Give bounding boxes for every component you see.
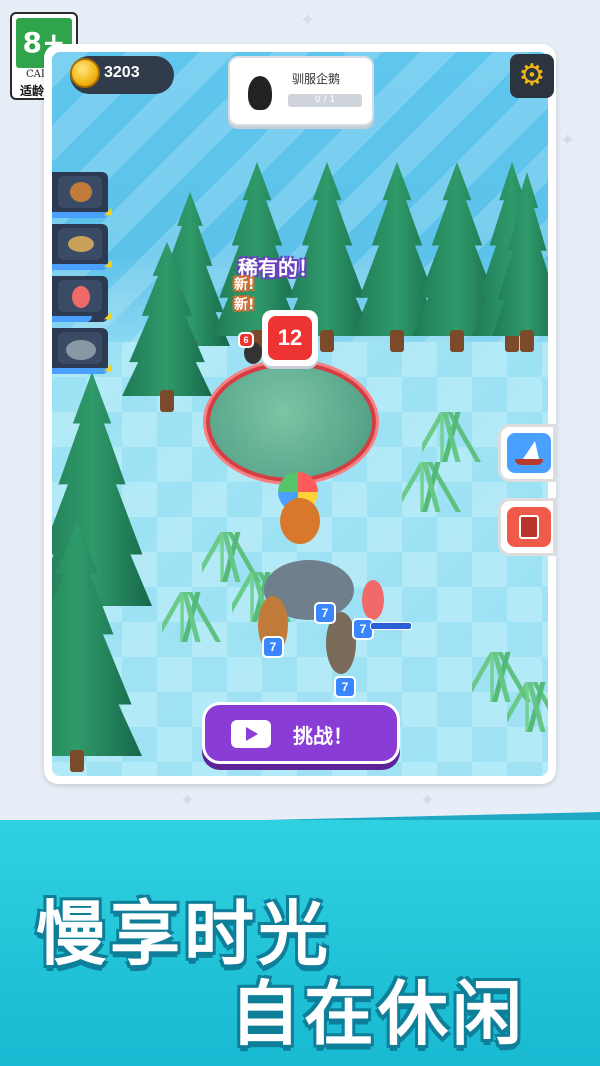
challenge-button-label: 挑战！ <box>293 724 353 748</box>
enemy-level-box: 12 <box>262 310 318 366</box>
quest-card[interactable]: 驯服企鹅 0 / 1 <box>228 56 374 126</box>
chevron-icon: ◢ <box>104 258 112 269</box>
pine-tree <box>492 172 548 352</box>
grass-clump <box>162 592 222 642</box>
chevron-icon: ◢ <box>104 206 112 217</box>
animal-level-bar <box>52 212 108 218</box>
ally-parrot <box>362 580 384 620</box>
sparkle-decoration: ✦ <box>180 790 196 811</box>
sparkle-decoration: ✦ <box>420 790 436 811</box>
chevron-icon: ◢ <box>104 310 112 321</box>
sparkle-decoration: ✦ <box>560 130 576 151</box>
ally-small-level-badge: 6 <box>238 332 254 348</box>
settings-button[interactable]: ⚙ <box>510 54 554 98</box>
slogan-line-2: 自在休闲 <box>230 973 526 1055</box>
coin-icon <box>70 58 100 88</box>
animal-slot-deer[interactable]: ◢ <box>52 172 112 218</box>
ally-health-bar <box>370 622 412 630</box>
penguin-silhouette-icon <box>248 76 272 110</box>
animal-level-bar <box>52 316 92 322</box>
gear-icon: ⚙ <box>518 58 546 93</box>
book-button[interactable] <box>498 498 556 556</box>
coin-amount: 3203 <box>104 64 140 81</box>
grass-clump <box>507 682 548 732</box>
animal-slot-elephant[interactable]: ◢ <box>52 328 112 374</box>
new-label: 新! <box>234 277 255 293</box>
animal-level-bar <box>52 368 108 374</box>
elephant-icon <box>58 332 102 364</box>
video-icon <box>231 720 271 748</box>
snake-icon <box>58 228 102 260</box>
ally-level-badge: 7 <box>334 676 356 698</box>
grass-clump <box>402 462 462 512</box>
ally-level-badge: 7 <box>262 636 284 658</box>
challenge-button[interactable]: 挑战！ <box>202 702 400 764</box>
animal-level-bar <box>52 264 108 270</box>
boat-icon <box>507 433 551 473</box>
enemy-shield-bubble <box>206 362 376 482</box>
parrot-icon <box>58 280 102 312</box>
new-label: 新! <box>234 297 255 313</box>
animal-slot-parrot[interactable]: ◢ <box>52 276 112 322</box>
quest-title: 驯服企鹅 <box>292 72 341 86</box>
grass-clump <box>422 412 482 462</box>
enemy-level-value: 12 <box>268 316 312 360</box>
pine-tree <box>52 522 142 772</box>
ally-level-badge: 7 <box>314 602 336 624</box>
deer-icon <box>58 176 102 208</box>
boat-button[interactable] <box>498 424 556 482</box>
quest-progress-text: 0 / 1 <box>314 95 336 105</box>
animal-slot-snake[interactable]: ◢ <box>52 224 112 270</box>
game-screen[interactable]: 7 7 7 7 6 稀有的！ 新! 新! 12 <box>52 52 548 776</box>
chevron-icon: ◢ <box>104 362 112 373</box>
book-icon <box>507 507 551 547</box>
sparkle-decoration: ✦ <box>300 10 316 31</box>
ally-bear <box>280 498 320 544</box>
